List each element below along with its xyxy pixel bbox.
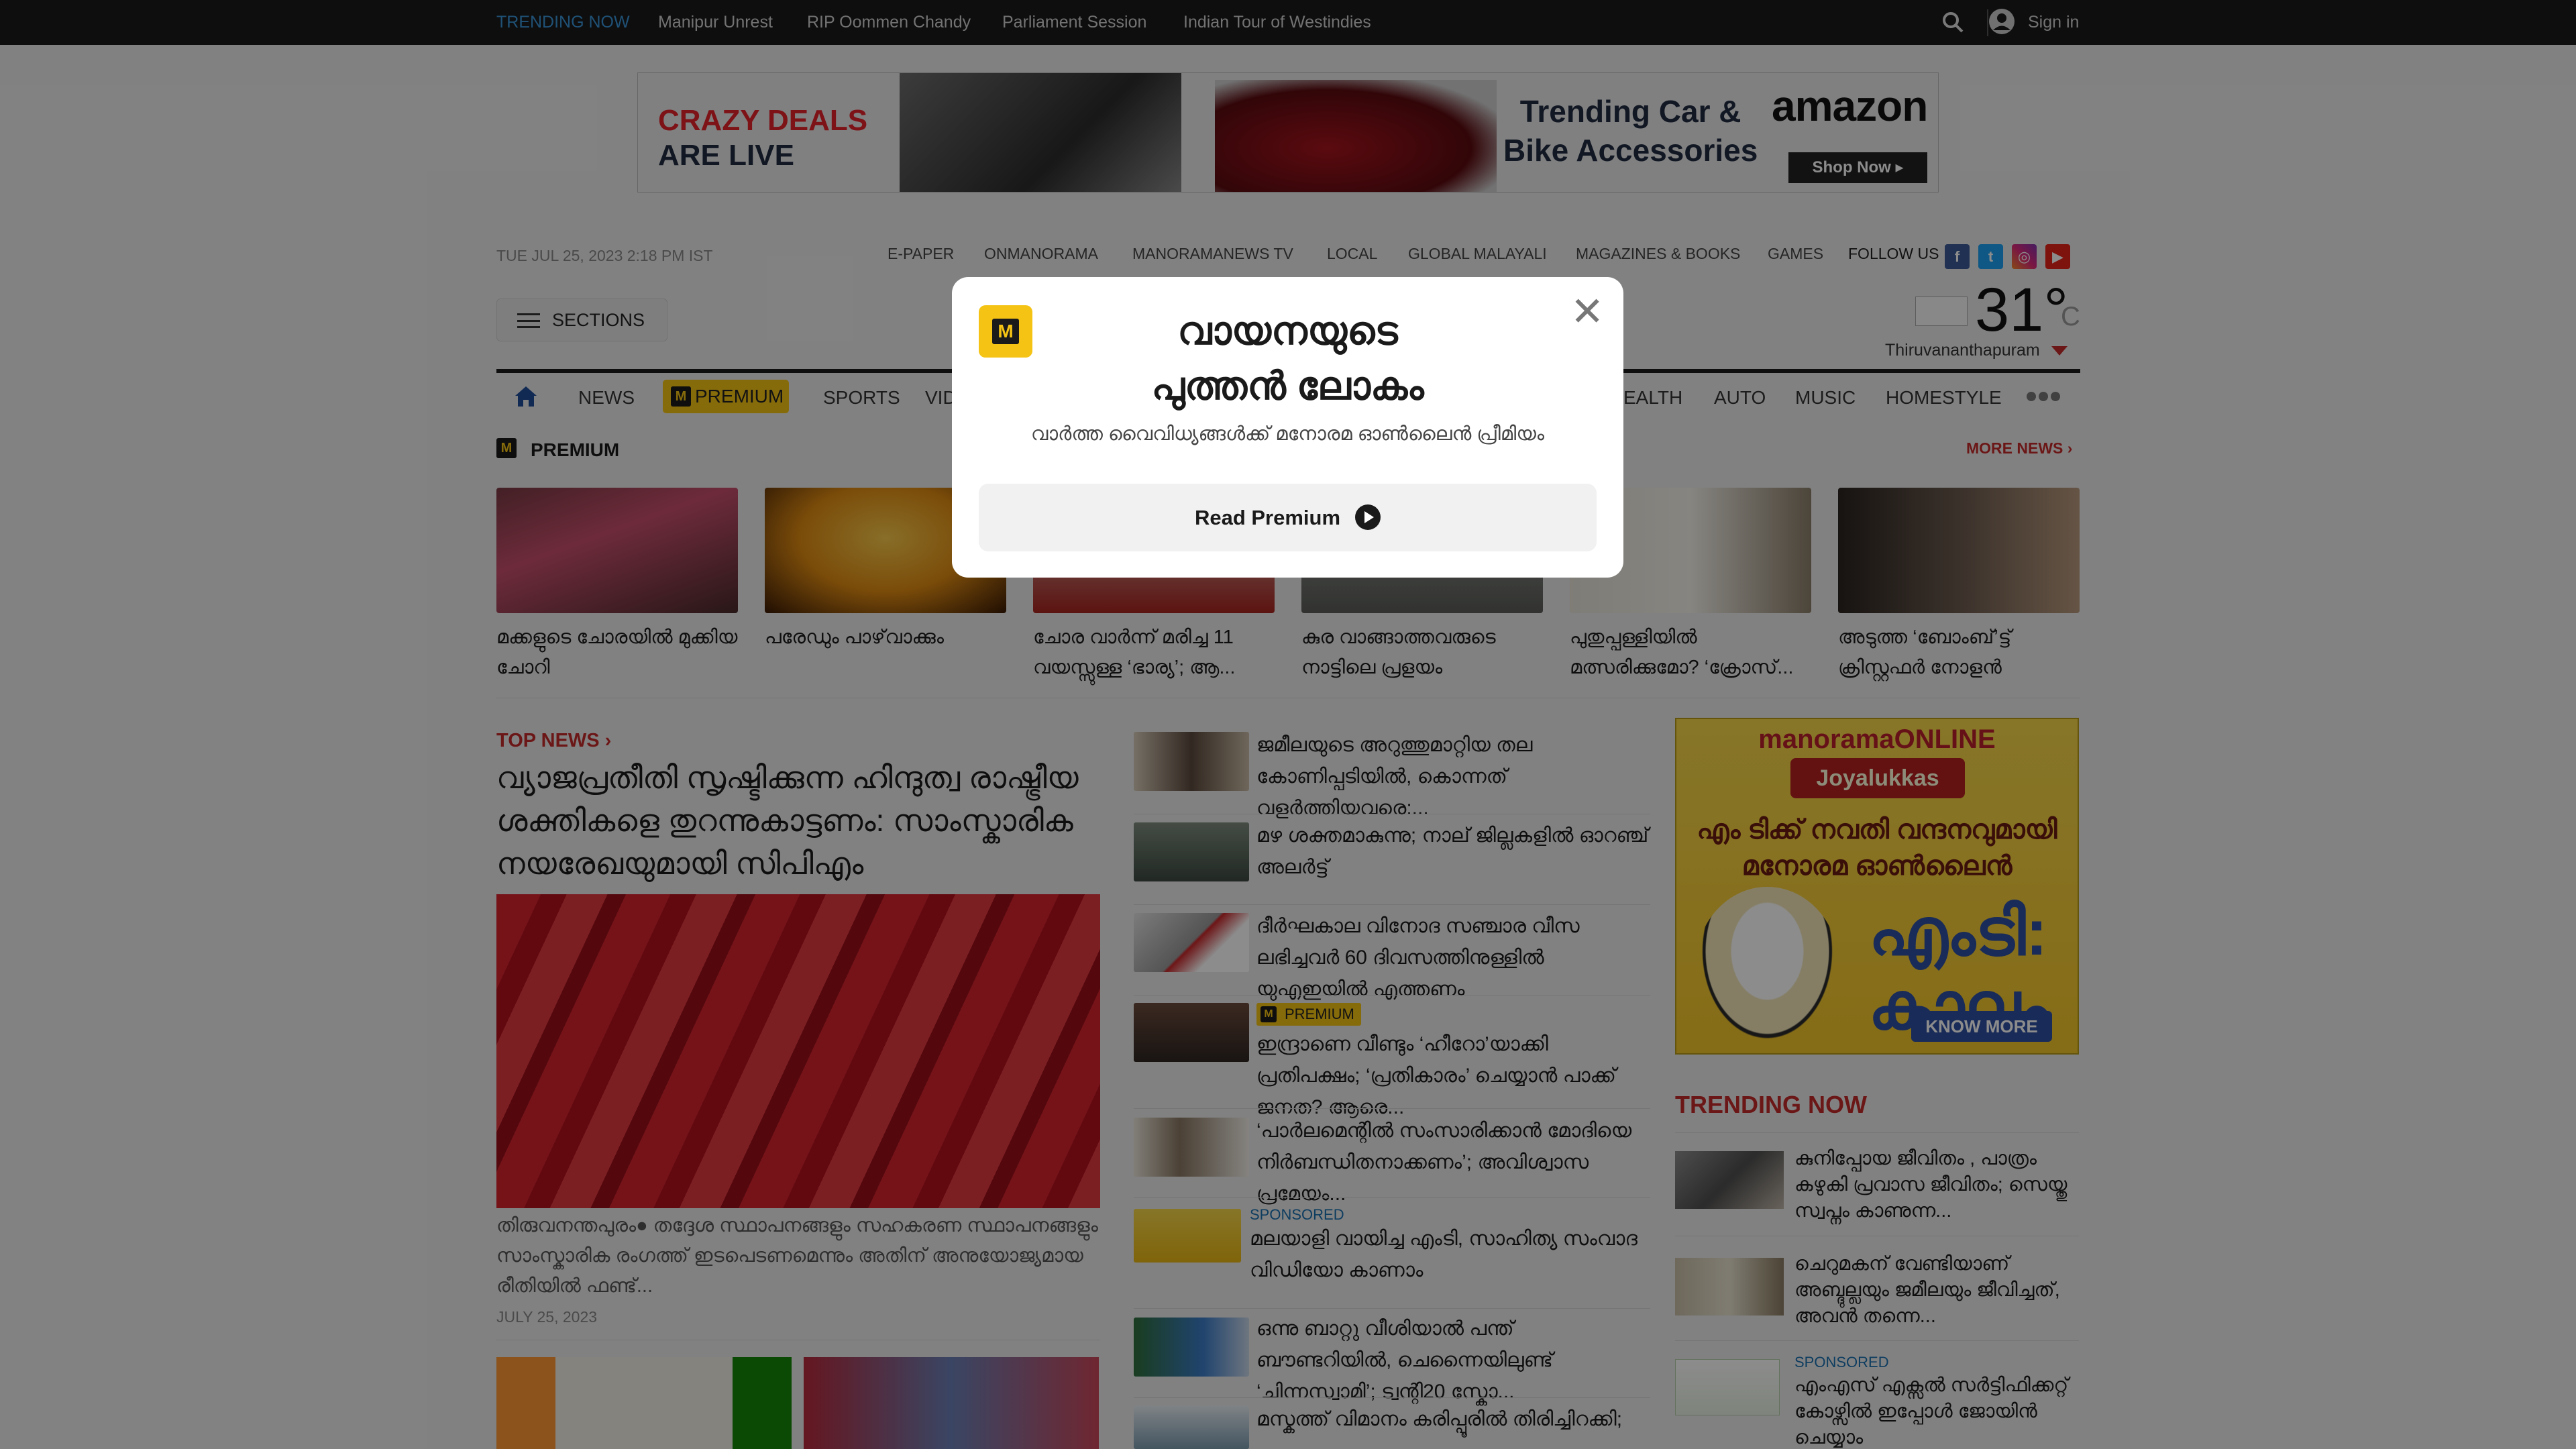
read-premium-button[interactable]: Read Premium: [979, 484, 1597, 551]
play-icon: [1355, 504, 1381, 530]
premium-modal: M ✕ വായനയുടെ പുത്തൻ ലോകം വാർത്ത വൈവിധ്യങ്…: [952, 277, 1623, 578]
modal-backdrop[interactable]: [0, 0, 2576, 1449]
modal-title: വായനയുടെ പുത്തൻ ലോകം: [1151, 309, 1424, 408]
modal-subtitle: വാർത്ത വൈവിധ്യങ്ങൾക്ക് മനോരമ ഓൺലൈൻ പ്രീമ…: [1030, 423, 1545, 445]
